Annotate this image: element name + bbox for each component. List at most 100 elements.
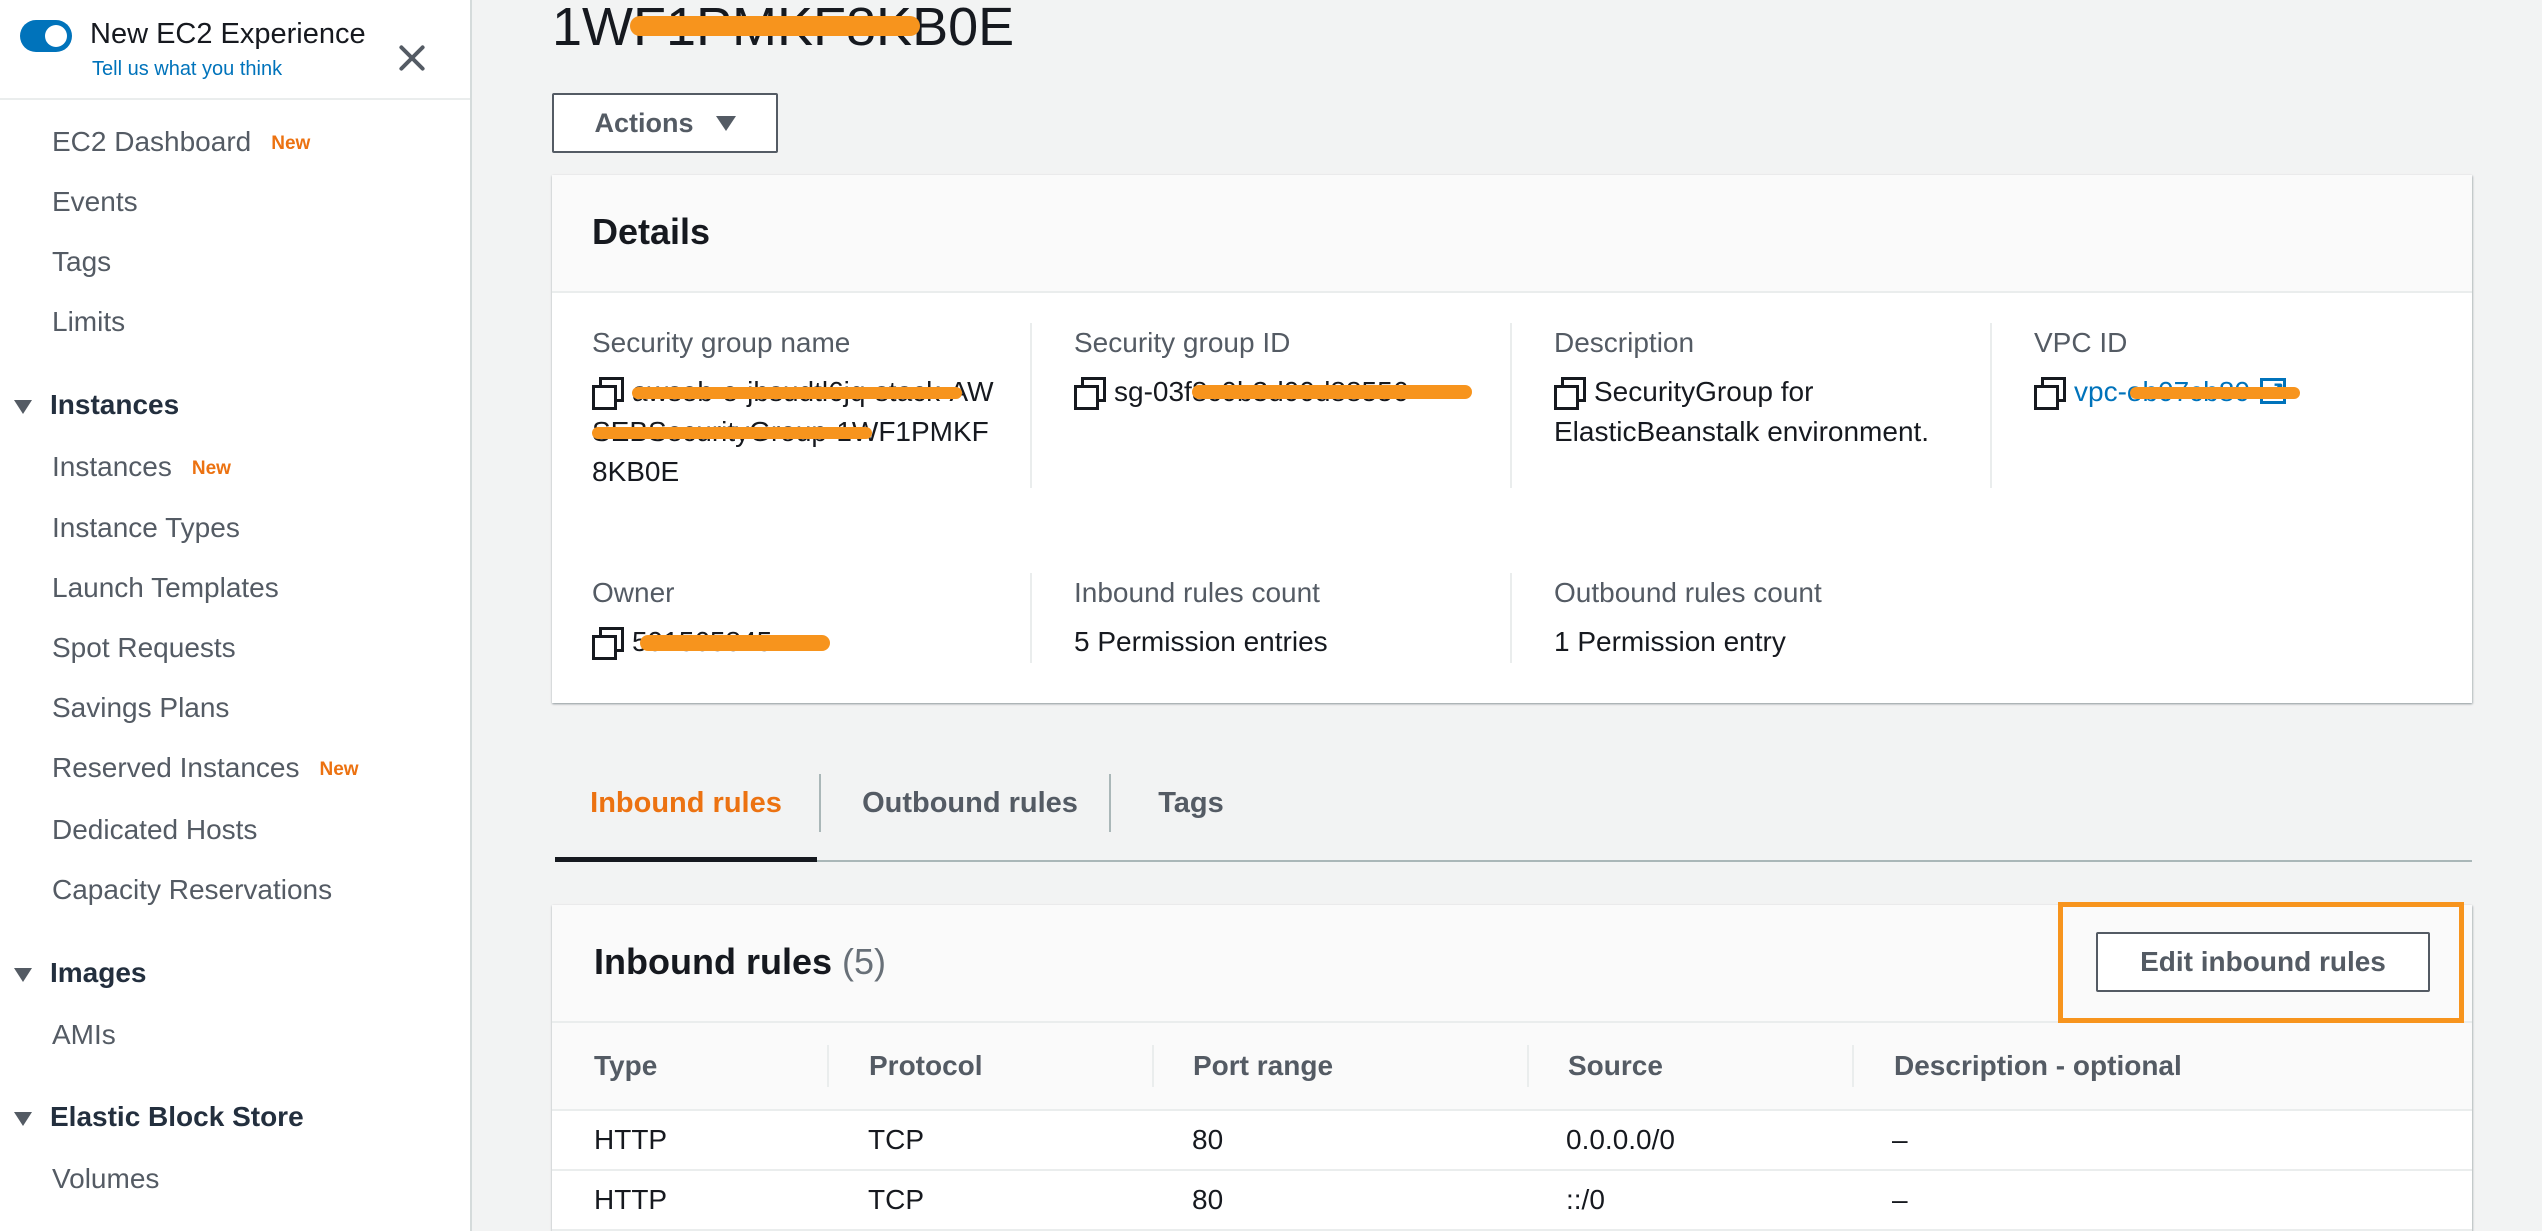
sidebar-item-label: Launch Templates [52,572,279,603]
sidebar-item-savings-plans[interactable]: Savings Plans [52,688,229,728]
owner-label: Owner [592,577,675,608]
sidebar-item-label: Capacity Reservations [52,874,333,905]
column-divider [1510,573,1512,663]
sidebar-item-label: Limits [52,306,126,337]
tab-tags[interactable]: Tags [1111,768,1271,860]
table-row: HTTP TCP 80 0.0.0.0/0 – [552,1111,2472,1171]
new-badge: New [191,457,231,479]
sidebar-divider [0,98,470,100]
column-header-type[interactable]: Type [594,1023,657,1109]
column-header-protocol[interactable]: Protocol [869,1023,983,1109]
inbound-rules-count: (5) [842,941,887,982]
toggle-switch-icon[interactable] [20,20,72,52]
column-divider [1030,323,1032,488]
sidebar-item-dedicated-hosts[interactable]: Dedicated Hosts [52,810,257,850]
sidebar-item-label: Instance Types [52,512,240,543]
sidebar-item-spot-requests[interactable]: Spot Requests [52,628,236,668]
tabs: Inbound rules Outbound rules Tags [555,768,2472,862]
inbound-rules-count-label: Inbound rules count [1074,577,1320,608]
inbound-rules-title-text: Inbound rules [594,941,832,982]
sidebar: New EC2 Experience Tell us what you thin… [0,0,472,1231]
copy-icon[interactable] [592,377,624,410]
sidebar-section-images[interactable]: Images [14,953,147,993]
copy-icon[interactable] [1554,377,1586,410]
column-header-description[interactable]: Description - optional [1894,1023,2182,1109]
redaction-mark [2130,387,2300,399]
sidebar-item-label: Savings Plans [52,692,230,723]
copy-icon[interactable] [2034,377,2066,410]
sidebar-item-capacity-reservations[interactable]: Capacity Reservations [52,870,332,910]
sidebar-item-label: Events [52,186,138,217]
sidebar-item-label: Instances [52,451,172,482]
column-header-source[interactable]: Source [1568,1023,1663,1109]
sidebar-item-label: Reserved Instances [52,752,300,783]
sidebar-item-ec2-dashboard[interactable]: EC2 Dashboard New [52,122,310,162]
sidebar-item-launch-templates[interactable]: Launch Templates [52,568,279,608]
column-divider [1852,1045,1854,1087]
cell-source: ::/0 [1566,1184,1605,1215]
copy-icon[interactable] [1074,377,1106,410]
caret-down-icon [14,1111,32,1126]
new-badge: New [319,758,359,780]
column-divider [1030,573,1032,663]
details-panel: Details Security group name awseb-e-jbsu… [552,175,2472,703]
description-text: SecurityGroup for ElasticBeanstalk envir… [1554,376,1930,447]
cell-port-range: 80 [1192,1184,1224,1215]
inbound-rules-count-value: 5 Permission entries [1074,626,1328,657]
description-value: SecurityGroup for ElasticBeanstalk envir… [1554,372,1964,452]
sidebar-item-reserved-instances[interactable]: Reserved Instances New [52,748,359,788]
column-divider [827,1045,829,1087]
outbound-rules-count-label: Outbound rules count [1554,577,1822,608]
column-divider [1152,1045,1154,1087]
sidebar-item-label: Tags [52,246,112,277]
column-divider [1510,323,1512,488]
edit-inbound-rules-button[interactable]: Edit inbound rules [2096,932,2430,992]
cell-source: 0.0.0.0/0 [1566,1124,1675,1155]
outbound-rules-count-value: 1 Permission entry [1554,626,1786,657]
section-title: Images [50,957,147,988]
description-label: Description [1554,327,1695,358]
sidebar-section-elastic-block-store[interactable]: Elastic Block Store [14,1097,304,1137]
sidebar-item-label: Volumes [52,1163,160,1194]
table-header: Type Protocol Port range Source Descript… [552,1023,2472,1111]
copy-icon[interactable] [592,627,624,660]
security-group-id-label: Security group ID [1074,327,1291,358]
actions-label: Actions [594,107,694,138]
sidebar-item-events[interactable]: Events [52,182,138,222]
security-group-name-label: Security group name [592,327,851,358]
actions-button[interactable]: Actions [552,93,778,153]
sidebar-section-instances[interactable]: Instances [14,385,179,425]
feedback-link[interactable]: Tell us what you think [92,58,282,81]
sidebar-item-volumes[interactable]: Volumes [52,1159,159,1199]
sidebar-item-tags[interactable]: Tags [52,242,111,282]
cell-description: – [1892,1124,1908,1155]
vpc-id-label: VPC ID [2034,327,2128,358]
new-badge: New [271,132,311,154]
redaction-mark [592,427,872,439]
sidebar-item-label: Dedicated Hosts [52,814,258,845]
cell-protocol: TCP [868,1184,924,1215]
details-title: Details [592,211,711,252]
column-divider [1527,1045,1529,1087]
sidebar-item-label: AMIs [52,1019,116,1050]
caret-down-icon [715,115,736,131]
new-experience-title: New EC2 Experience [90,18,366,50]
sidebar-item-instances[interactable]: Instances New [52,447,231,487]
close-icon[interactable] [393,38,433,78]
caret-down-icon [14,967,32,982]
sidebar-item-label: EC2 Dashboard [52,126,252,157]
details-header [552,175,2472,293]
tab-inbound-rules[interactable]: Inbound rules [555,768,817,862]
cell-type: HTTP [594,1124,668,1155]
cell-protocol: TCP [868,1124,924,1155]
tab-outbound-rules[interactable]: Outbound rules [821,768,1119,860]
table-row: HTTP TCP 80 ::/0 – [552,1171,2472,1231]
section-title: Instances [50,389,180,420]
redaction-mark [640,635,830,651]
sidebar-item-limits[interactable]: Limits [52,302,125,342]
sidebar-item-instance-types[interactable]: Instance Types [52,508,240,548]
column-divider [1990,323,1992,488]
sidebar-item-amis[interactable]: AMIs [52,1015,116,1055]
column-header-port-range[interactable]: Port range [1193,1023,1333,1109]
redaction-mark [1192,385,1472,399]
